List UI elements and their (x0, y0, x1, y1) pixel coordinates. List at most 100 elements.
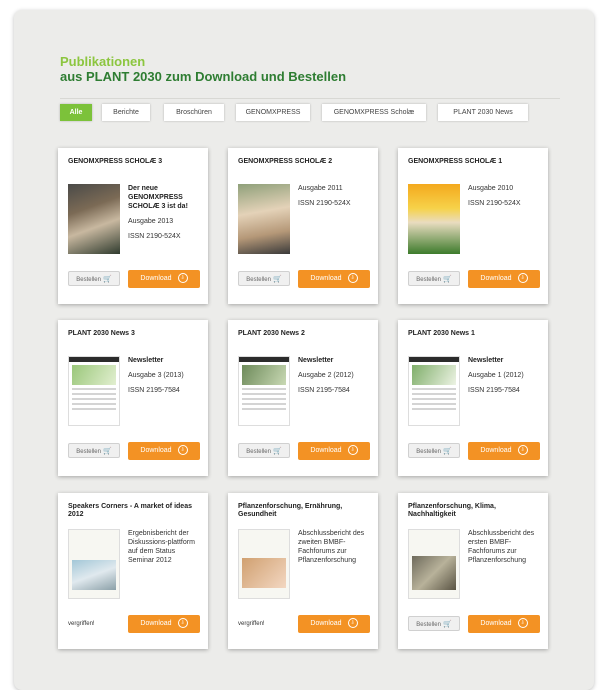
card-info: Ausgabe 2011 ISSN 2190-524X (298, 184, 370, 208)
publication-card: GENOMXPRESS SCHOLÆ 3 Der neue GENOMXPRES… (58, 148, 208, 304)
card-title: Pflanzenforschung, Klima, Nachhaltigkeit (408, 503, 496, 518)
card-info-line: Ausgabe 2011 (298, 185, 343, 192)
shopping-cart-icon: 🛒 (442, 276, 452, 283)
download-circle-icon: ⇩ (177, 273, 188, 284)
order-button[interactable]: Bestellen 🛒 (408, 271, 460, 286)
card-title: GENOMXPRESS SCHOLÆ 1 (408, 158, 503, 165)
publication-card: GENOMXPRESS SCHOLÆ 1 Ausgabe 2010 ISSN 2… (398, 148, 548, 304)
card-title: PLANT 2030 News 1 (408, 330, 475, 337)
publication-card: PLANT 2030 News 1 Newsletter Ausgabe 1 (… (398, 320, 548, 476)
cover-image (238, 356, 290, 426)
download-label: Download (310, 620, 342, 627)
download-button[interactable]: Download ⇩ (128, 270, 200, 288)
order-button[interactable]: Bestellen 🛒 (238, 443, 290, 458)
card-info-line: Ausgabe 2 (2012) (298, 372, 354, 379)
card-info-line: Newsletter (298, 357, 334, 364)
shopping-cart-icon: 🛒 (102, 276, 112, 283)
out-of-stock-label: vergriffen! (238, 621, 265, 627)
card-info: Ausgabe 2010 ISSN 2190-524X (468, 184, 540, 208)
download-label: Download (140, 620, 172, 627)
card-info-line: Newsletter (468, 357, 504, 364)
publication-card: PLANT 2030 News 3 Newsletter Ausgabe 3 (… (58, 320, 208, 476)
card-info-line: Abschlussbericht des ersten BMBF-Fachfor… (468, 530, 535, 564)
order-label: Bestellen (76, 277, 101, 283)
divider (60, 98, 560, 99)
tab-plant-2030-news[interactable]: PLANT 2030 News (438, 104, 528, 121)
cover-image (408, 529, 460, 599)
order-button[interactable]: Bestellen 🛒 (238, 271, 290, 286)
card-info: Abschlussbericht des zweiten BMBF-Fachfo… (298, 529, 370, 565)
download-label: Download (310, 275, 342, 282)
shopping-cart-icon: 🛒 (272, 448, 282, 455)
download-label: Download (310, 447, 342, 454)
tab-genomxpress[interactable]: GENOMXPRESS (236, 104, 310, 121)
download-circle-icon: ⇩ (347, 273, 358, 284)
download-button[interactable]: Download ⇩ (298, 270, 370, 288)
download-label: Download (480, 620, 512, 627)
tab-genomxpress-scholae[interactable]: GENOMXPRESS Scholæ (322, 104, 426, 121)
card-info: Newsletter Ausgabe 2 (2012) ISSN 2195-75… (298, 356, 370, 395)
card-info-line: Ausgabe 1 (2012) (468, 372, 524, 379)
card-title: Speakers Corners - A market of ideas 201… (68, 503, 192, 518)
card-info: Newsletter Ausgabe 3 (2013) ISSN 2195-75… (128, 356, 200, 395)
download-label: Download (480, 447, 512, 454)
card-info: Newsletter Ausgabe 1 (2012) ISSN 2195-75… (468, 356, 540, 395)
card-info-line: ISSN 2195-7584 (128, 387, 180, 394)
download-button[interactable]: Download ⇩ (468, 270, 540, 288)
shopping-cart-icon: 🛒 (102, 448, 112, 455)
tab-berichte[interactable]: Berichte (102, 104, 150, 121)
order-button[interactable]: Bestellen 🛒 (408, 616, 460, 631)
download-label: Download (480, 275, 512, 282)
shopping-cart-icon: 🛒 (272, 276, 282, 283)
order-label: Bestellen (416, 449, 441, 455)
card-info-line: Ausgabe 3 (2013) (128, 372, 184, 379)
order-label: Bestellen (246, 449, 271, 455)
cover-image (68, 184, 120, 254)
download-button[interactable]: Download ⇩ (468, 615, 540, 633)
card-info-line: Ausgabe 2013 (128, 218, 174, 225)
card-title: GENOMXPRESS SCHOLÆ 3 (68, 158, 163, 165)
publication-card: GENOMXPRESS SCHOLÆ 2 Ausgabe 2011 ISSN 2… (228, 148, 378, 304)
card-info: Der neue GENOMXPRESS SCHOLÆ 3 ist da! Au… (128, 184, 200, 241)
download-circle-icon: ⇩ (177, 618, 188, 629)
download-circle-icon: ⇩ (347, 618, 358, 629)
card-info-line: ISSN 2190-524X (468, 200, 521, 207)
cover-image (68, 529, 120, 599)
cover-image (408, 356, 460, 426)
download-circle-icon: ⇩ (517, 445, 528, 456)
card-info: Ergebnisbericht der Diskussions-plattfor… (128, 529, 200, 565)
heading-line-1: Publikationen (60, 54, 146, 69)
publication-card: Speakers Corners - A market of ideas 201… (58, 493, 208, 649)
download-circle-icon: ⇩ (347, 445, 358, 456)
order-button[interactable]: Bestellen 🛒 (68, 271, 120, 286)
cover-image (68, 356, 120, 426)
download-button[interactable]: Download ⇩ (468, 442, 540, 460)
order-label: Bestellen (246, 277, 271, 283)
out-of-stock-label: vergriffen! (68, 621, 95, 627)
card-title: PLANT 2030 News 2 (238, 330, 305, 337)
tab-alle[interactable]: Alle (60, 104, 92, 121)
order-button[interactable]: Bestellen 🛒 (68, 443, 120, 458)
cover-image (238, 529, 290, 599)
download-label: Download (140, 447, 172, 454)
download-button[interactable]: Download ⇩ (128, 442, 200, 460)
download-button[interactable]: Download ⇩ (298, 442, 370, 460)
cover-image (238, 184, 290, 254)
tab-broschueren[interactable]: Broschüren (164, 104, 224, 121)
shopping-cart-icon: 🛒 (442, 621, 452, 628)
cover-image (408, 184, 460, 254)
card-info-line: ISSN 2195-7584 (468, 387, 520, 394)
order-button[interactable]: Bestellen 🛒 (408, 443, 460, 458)
download-button[interactable]: Download ⇩ (298, 615, 370, 633)
card-info-line: ISSN 2190-524X (298, 200, 351, 207)
card-info-line: ISSN 2195-7584 (298, 387, 350, 394)
shopping-cart-icon: 🛒 (442, 448, 452, 455)
card-title: GENOMXPRESS SCHOLÆ 2 (238, 158, 333, 165)
download-circle-icon: ⇩ (517, 273, 528, 284)
download-button[interactable]: Download ⇩ (128, 615, 200, 633)
card-info-line: Ausgabe 2010 (468, 185, 514, 192)
card-info-line: Der neue GENOMXPRESS SCHOLÆ 3 ist da! (128, 185, 188, 210)
publication-card: Pflanzenforschung, Klima, Nachhaltigkeit… (398, 493, 548, 649)
download-label: Download (140, 275, 172, 282)
publication-card: PLANT 2030 News 2 Newsletter Ausgabe 2 (… (228, 320, 378, 476)
